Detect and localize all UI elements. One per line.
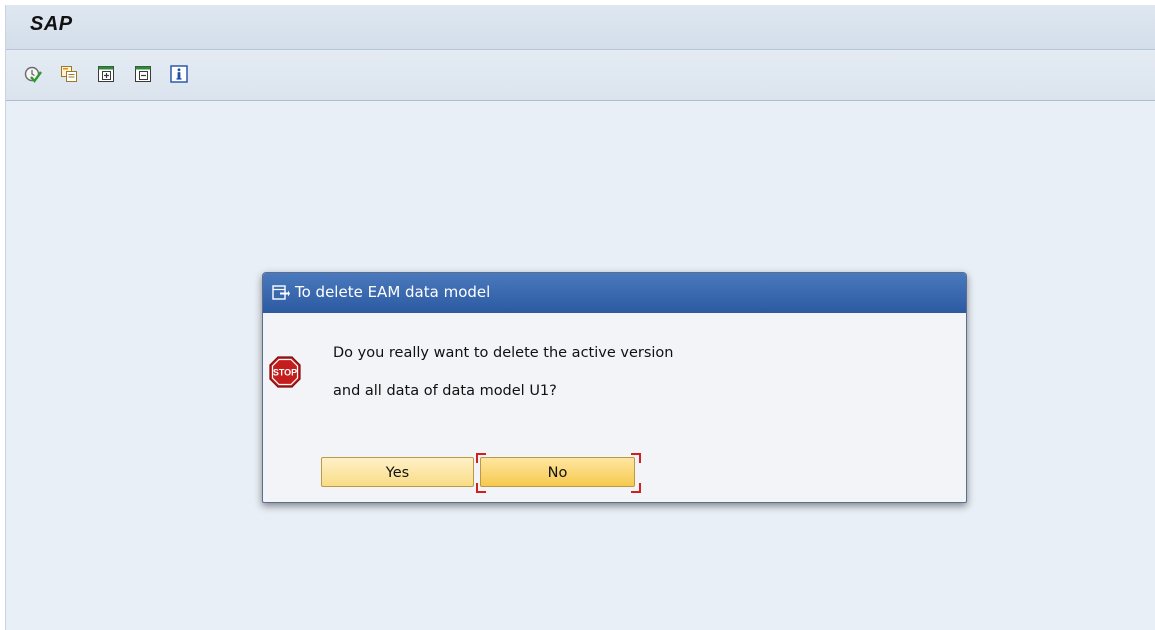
app-title: SAP bbox=[30, 13, 73, 35]
collapse-icon[interactable] bbox=[134, 65, 152, 83]
focus-marker bbox=[476, 483, 486, 493]
focus-marker bbox=[631, 483, 641, 493]
message-line-2: and all data of data model U1? bbox=[333, 383, 557, 399]
confirm-delete-dialog: To delete EAM data model STOP Do you rea… bbox=[262, 272, 967, 503]
message-line-1: Do you really want to delete the active … bbox=[333, 345, 674, 361]
application-toolbar bbox=[6, 50, 1155, 101]
execute-icon[interactable] bbox=[24, 65, 42, 83]
stop-icon: STOP bbox=[268, 355, 302, 389]
sap-window: SAP To delete EAM data model STOP Do you… bbox=[5, 5, 1155, 630]
no-button[interactable]: No bbox=[480, 457, 635, 487]
dialog-header: To delete EAM data model bbox=[263, 273, 966, 313]
info-icon[interactable] bbox=[170, 65, 188, 83]
dialog-title: To delete EAM data model bbox=[295, 283, 491, 301]
svg-text:STOP: STOP bbox=[273, 368, 297, 378]
focus-marker bbox=[476, 453, 486, 463]
yes-button[interactable]: Yes bbox=[321, 457, 474, 487]
copy-icon[interactable] bbox=[60, 65, 78, 83]
focus-marker bbox=[631, 453, 641, 463]
popup-icon bbox=[272, 285, 290, 301]
expand-icon[interactable] bbox=[97, 65, 115, 83]
title-bar: SAP bbox=[6, 5, 1155, 50]
